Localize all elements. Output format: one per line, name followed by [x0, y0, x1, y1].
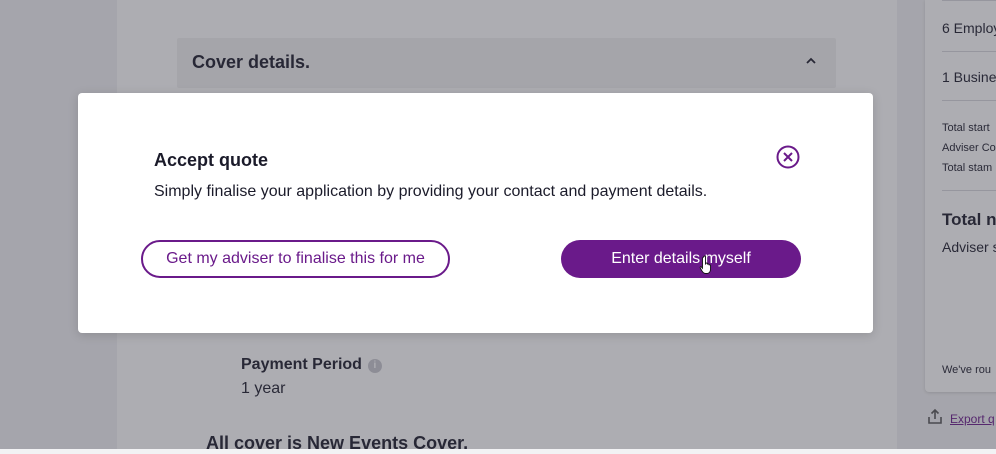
accept-quote-modal: Accept quote Simply finalise your applic…	[78, 93, 873, 333]
enter-details-button[interactable]: Enter details myself	[561, 240, 801, 278]
modal-description: Simply finalise your application by prov…	[154, 183, 708, 200]
adviser-finalise-button[interactable]: Get my adviser to finalise this for me	[141, 240, 450, 278]
close-circle-icon[interactable]	[776, 145, 800, 169]
modal-title: Accept quote	[154, 150, 269, 170]
